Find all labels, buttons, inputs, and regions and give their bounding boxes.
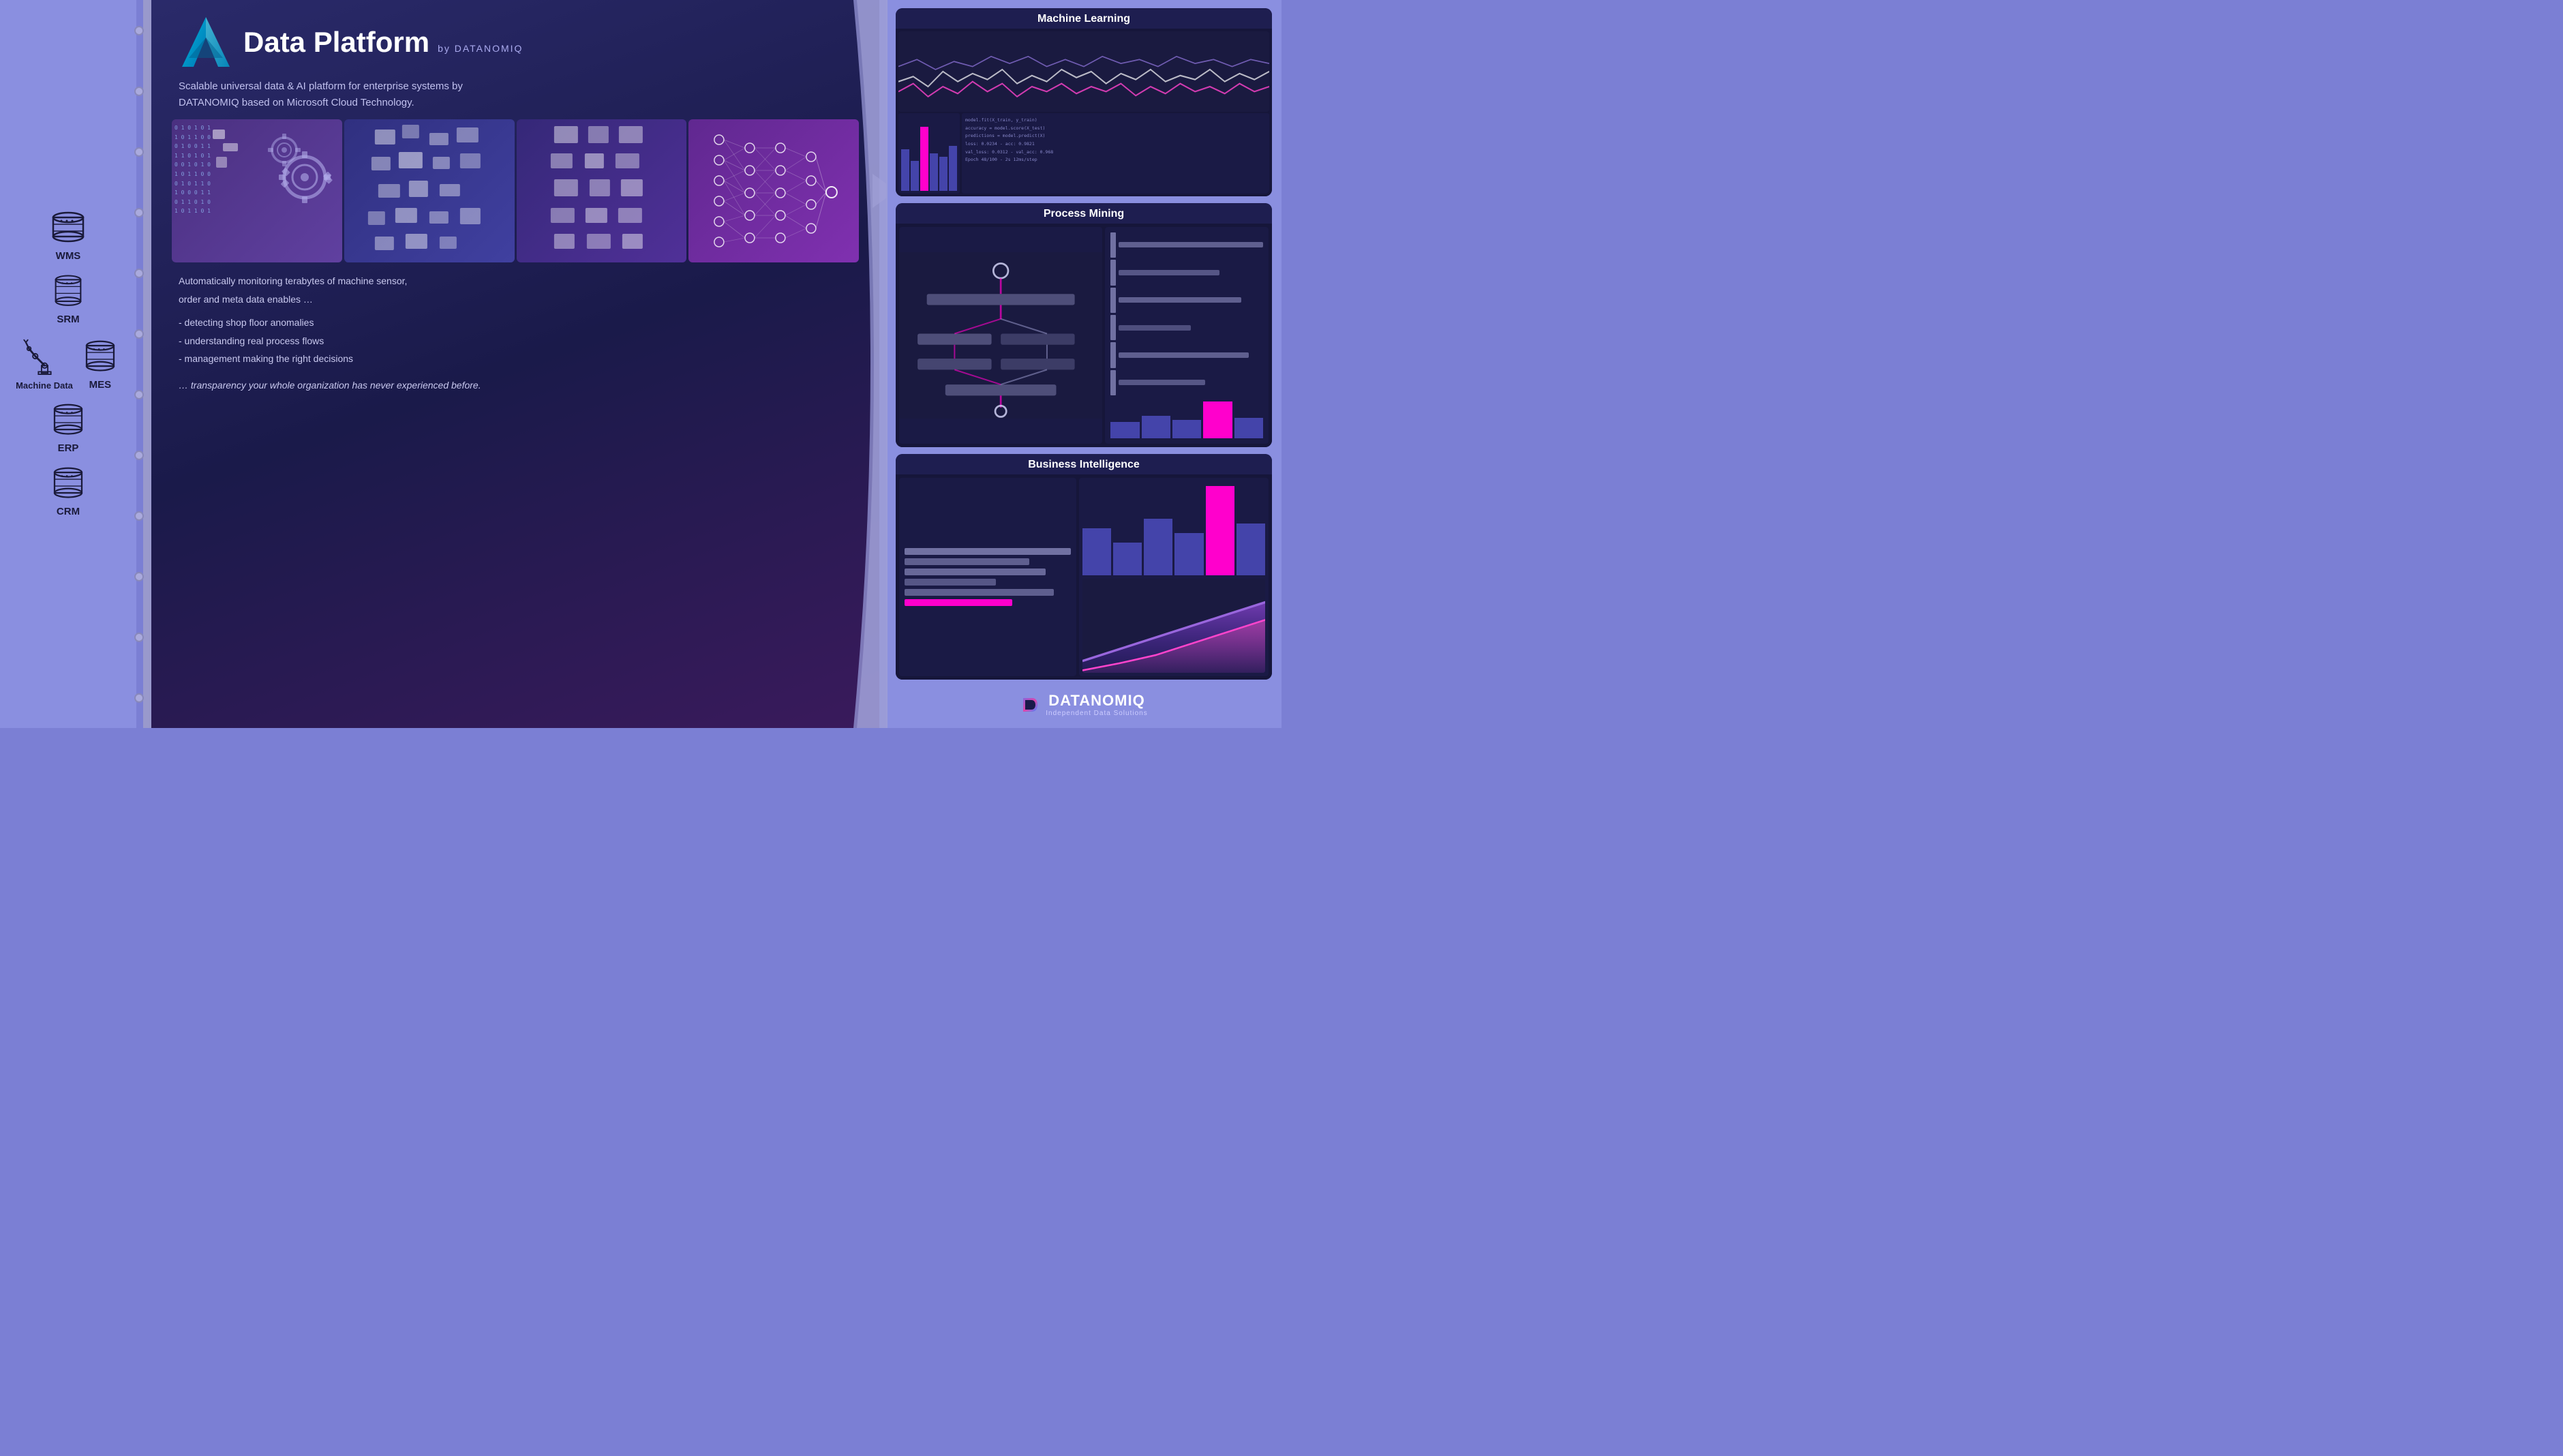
crm-item: CRM <box>48 466 89 517</box>
right-sidebar: Machine Learning <box>886 0 1282 728</box>
bullet-1: - detecting shop floor anomalies <box>179 314 852 332</box>
brand-logo: DATANOMIQ Independent Data Solutions <box>1020 689 1147 720</box>
logo <box>179 14 233 72</box>
mes-icon <box>80 339 121 376</box>
process-mining-card: Process Mining <box>896 203 1272 447</box>
erp-icon <box>48 403 89 440</box>
description-text: Scalable universal data & AI platform fo… <box>151 75 628 119</box>
spiral-dot <box>134 329 144 339</box>
crm-icon <box>48 466 89 503</box>
main-area: Data Platform by DATANOMIQ Scalable univ… <box>143 0 879 728</box>
machine-learning-card: Machine Learning <box>896 8 1272 196</box>
bottom-text: Automatically monitoring terabytes of ma… <box>151 262 879 400</box>
bullet-3: - management making the right decisions <box>179 350 852 368</box>
spiral-dot <box>134 572 144 581</box>
bi-vbar-area-chart <box>1079 478 1269 676</box>
bi-card-title: Business Intelligence <box>896 454 1272 474</box>
mes-item: MES <box>80 339 121 391</box>
neural-net-svg <box>688 119 859 262</box>
curve-divider <box>853 0 888 728</box>
srm-icon <box>48 274 89 311</box>
business-intelligence-card: Business Intelligence <box>896 454 1272 680</box>
main-title: Data Platform <box>243 27 429 58</box>
machine-data-item: Machine Data <box>16 337 73 391</box>
pm-card-title: Process Mining <box>896 203 1272 224</box>
spiral-dot <box>134 26 144 35</box>
wms-icon <box>48 211 89 247</box>
ml-card-title: Machine Learning <box>896 8 1272 29</box>
title-group: Data Platform by DATANOMIQ <box>243 27 523 58</box>
left-sidebar: WMS SRM <box>0 0 136 728</box>
panel-binary: 0 1 0 1 0 11 0 1 1 0 00 1 0 0 1 11 1 0 1… <box>172 119 342 262</box>
closing-text: … transparency your whole organization h… <box>179 376 852 395</box>
ml-bar-chart <box>898 113 960 194</box>
spiral-dot <box>134 451 144 460</box>
mes-label: MES <box>89 379 112 391</box>
crm-label: CRM <box>57 506 80 517</box>
brand-sub: Independent Data Solutions <box>1046 710 1147 717</box>
spiral-dot <box>134 147 144 157</box>
pm-flow-diagram <box>899 227 1102 444</box>
ml-code-area: model.fit(X_train, y_train) accuracy = m… <box>962 113 1269 194</box>
ml-bar-code: model.fit(X_train, y_train) accuracy = m… <box>898 113 1269 194</box>
erp-item: ERP <box>48 403 89 454</box>
bottom-intro: Automatically monitoring terabytes of ma… <box>179 272 852 308</box>
ml-line-chart <box>898 31 1269 112</box>
brand-subtitle: by DATANOMIQ <box>438 43 523 54</box>
srm-item: SRM <box>48 274 89 325</box>
panel-neural <box>688 119 859 262</box>
header-area: Data Platform by DATANOMIQ <box>151 0 879 75</box>
spiral-dot <box>134 390 144 399</box>
panel-blocks <box>344 119 515 262</box>
machine-data-label: Machine Data <box>16 380 73 391</box>
spiral-dot <box>134 693 144 703</box>
bullet-list: - detecting shop floor anomalies - under… <box>179 314 852 368</box>
bullet-2: - understanding real process flows <box>179 332 852 350</box>
spiral-dot <box>134 269 144 278</box>
panel-ordered-blocks <box>517 119 687 262</box>
wms-label: WMS <box>56 250 81 262</box>
spiral-dot <box>134 87 144 96</box>
panels-container: 0 1 0 1 0 11 0 1 1 0 00 1 0 0 1 11 1 0 1… <box>172 119 859 262</box>
spiral-edge <box>134 0 145 728</box>
bi-hbar-chart <box>899 478 1076 676</box>
binary-text: 0 1 0 1 0 11 0 1 1 0 00 1 0 0 1 11 1 0 1… <box>175 123 211 216</box>
erp-label: ERP <box>58 442 79 454</box>
srm-label: SRM <box>57 314 79 325</box>
machine-data-icon <box>22 337 67 378</box>
brand-name: DATANOMIQ <box>1046 692 1147 710</box>
spiral-dot <box>134 633 144 642</box>
pm-bar-chart <box>1105 227 1269 444</box>
wms-item: WMS <box>48 211 89 262</box>
spiral-dot <box>134 208 144 217</box>
spiral-dot <box>134 511 144 521</box>
